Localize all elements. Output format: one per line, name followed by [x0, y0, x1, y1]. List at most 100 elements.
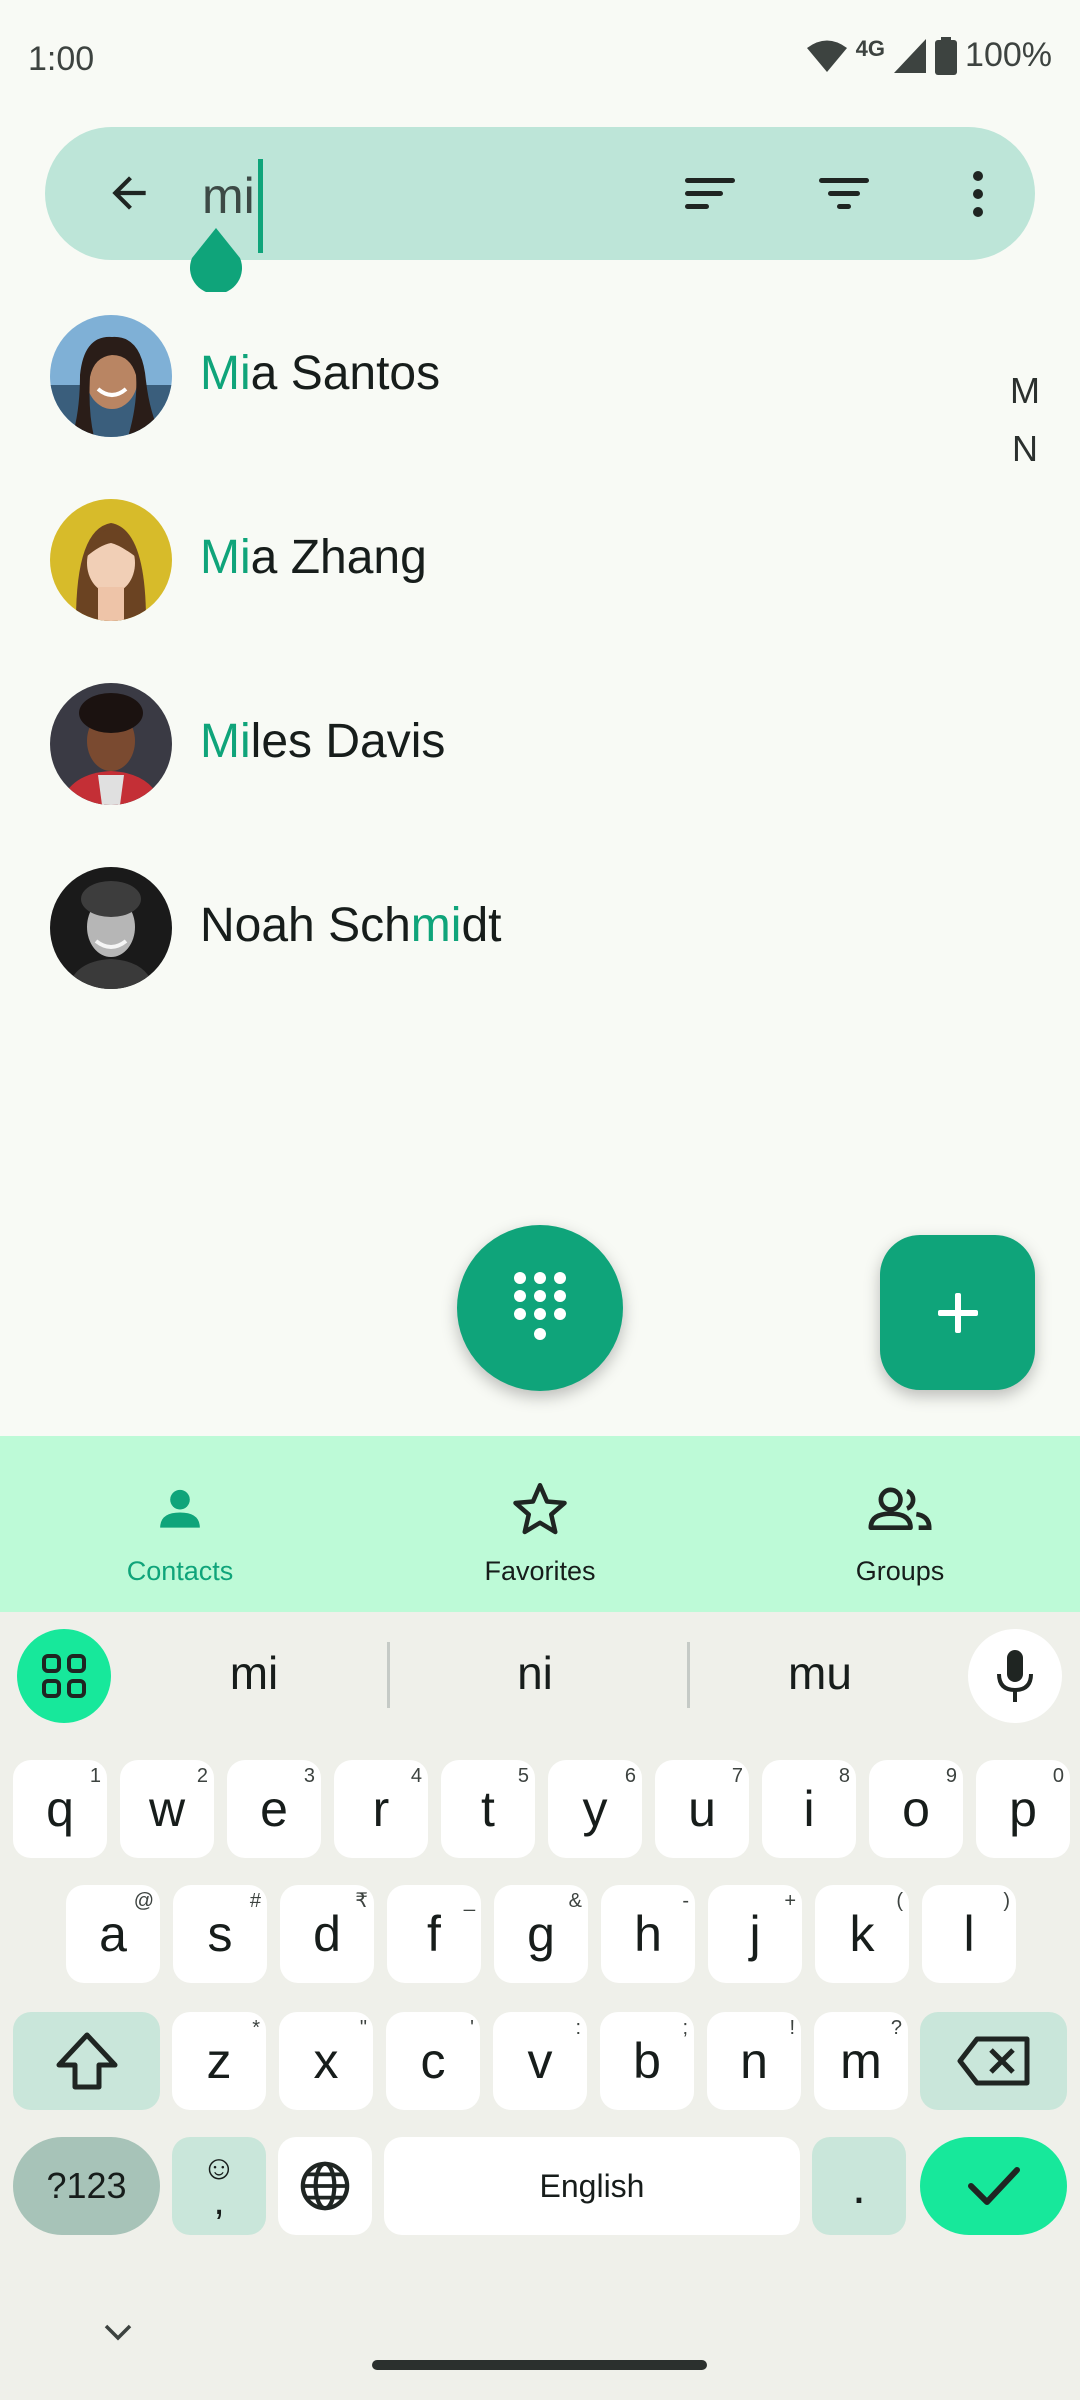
key-r[interactable]: r4	[334, 1760, 428, 1858]
key-secondary-label: 9	[945, 1765, 957, 1787]
shift-key[interactable]	[13, 2012, 160, 2110]
group-icon	[865, 1474, 935, 1544]
key-label: h	[634, 1906, 662, 1962]
status-icons: 4G 100%	[806, 36, 1052, 75]
key-p[interactable]: p0	[976, 1760, 1070, 1858]
chevron-down-icon[interactable]	[98, 2312, 138, 2352]
contact-row[interactable]: Noah Schmidt	[0, 842, 1000, 1012]
key-t[interactable]: t5	[441, 1760, 535, 1858]
key-secondary-label: "	[359, 2017, 367, 2039]
contact-name: Mia Santos	[200, 346, 440, 401]
contact-row[interactable]: Mia Santos	[0, 290, 1000, 460]
nav-tab-contacts[interactable]: Contacts	[0, 1436, 360, 1612]
text-caret	[258, 159, 263, 253]
person-icon	[145, 1474, 215, 1544]
key-m[interactable]: m?	[814, 2012, 908, 2110]
key-label: y	[582, 1781, 608, 1837]
key-w[interactable]: w2	[120, 1760, 214, 1858]
dialpad-button[interactable]	[457, 1225, 623, 1391]
emoji-comma-key[interactable]: ☺ ,	[172, 2137, 266, 2235]
sort-icon	[685, 178, 735, 209]
key-o[interactable]: o9	[869, 1760, 963, 1858]
key-label: k	[849, 1906, 875, 1962]
key-secondary-label: '	[470, 2017, 474, 2039]
key-label: s	[207, 1906, 233, 1962]
search-input[interactable]: mi	[202, 167, 255, 225]
suggestion-divider	[687, 1642, 690, 1708]
key-label: f	[427, 1906, 441, 1962]
caret-handle[interactable]	[188, 228, 244, 292]
battery-icon	[935, 36, 958, 75]
filter-button[interactable]	[809, 159, 879, 229]
voice-input-button[interactable]	[968, 1629, 1062, 1723]
key-secondary-label: _	[463, 1890, 475, 1912]
back-button[interactable]	[97, 161, 161, 225]
key-k[interactable]: k(	[815, 1885, 909, 1983]
nav-tab-favorites[interactable]: Favorites	[360, 1436, 720, 1612]
sort-button[interactable]	[675, 159, 745, 229]
backspace-key[interactable]	[920, 2012, 1067, 2110]
key-u[interactable]: u7	[655, 1760, 749, 1858]
key-label: j	[749, 1906, 761, 1962]
symbols-key[interactable]: ?123	[13, 2137, 160, 2235]
contact-name: Mia Zhang	[200, 530, 427, 585]
key-c[interactable]: c '	[386, 2012, 480, 2110]
more-options-button[interactable]	[943, 159, 1013, 229]
key-e[interactable]: e3	[227, 1760, 321, 1858]
key-g[interactable]: g &	[494, 1885, 588, 1983]
nav-label: Groups	[855, 1556, 945, 1586]
suggestion[interactable]: ni	[415, 1646, 655, 1700]
key-secondary-label: 8	[838, 1765, 850, 1787]
enter-key[interactable]	[920, 2137, 1067, 2235]
home-indicator[interactable]	[372, 2360, 707, 2370]
suggestion[interactable]: mi	[134, 1646, 374, 1700]
fast-scroll-index[interactable]: M N	[1010, 362, 1040, 478]
wifi-icon	[806, 40, 847, 72]
key-secondary-label: *	[252, 2017, 260, 2039]
key-label: o	[902, 1781, 930, 1837]
key-n[interactable]: n!	[707, 2012, 801, 2110]
key-l[interactable]: l)	[922, 1885, 1016, 1983]
check-icon	[967, 2167, 1020, 2205]
key-a[interactable]: a @	[66, 1885, 160, 1983]
key-label: n	[740, 2033, 768, 2089]
key-b[interactable]: b;	[600, 2012, 694, 2110]
signal-icon	[894, 38, 927, 73]
key-secondary-label: 2	[196, 1765, 208, 1787]
key-z[interactable]: z *	[172, 2012, 266, 2110]
nav-tab-groups[interactable]: Groups	[720, 1436, 1080, 1612]
key-j[interactable]: j +	[708, 1885, 802, 1983]
period-key[interactable]: .	[812, 2137, 906, 2235]
name-match-highlight: mi	[410, 899, 462, 952]
key-secondary-label: (	[896, 1890, 903, 1912]
key-d[interactable]: d ₹	[280, 1885, 374, 1983]
key-x[interactable]: x "	[279, 2012, 373, 2110]
key-s[interactable]: s #	[173, 1885, 267, 1983]
language-key[interactable]	[278, 2137, 372, 2235]
contact-row[interactable]: Mia Zhang	[0, 474, 1000, 644]
key-secondary-label: #	[249, 1890, 261, 1912]
key-y[interactable]: y6	[548, 1760, 642, 1858]
key-v[interactable]: v:	[493, 2012, 587, 2110]
apps-grid-icon	[42, 1654, 86, 1698]
add-icon	[937, 1292, 978, 1333]
mic-icon	[997, 1650, 1033, 1702]
keyboard-apps-button[interactable]	[17, 1629, 111, 1723]
key-label: z	[206, 2033, 232, 2089]
index-letter[interactable]: M	[1010, 362, 1040, 420]
index-letter[interactable]: N	[1010, 420, 1040, 478]
suggestion[interactable]: mu	[700, 1646, 940, 1700]
contact-row[interactable]: Miles Davis	[0, 658, 1000, 828]
key-secondary-label: &	[568, 1890, 582, 1912]
key-label: d	[313, 1906, 341, 1962]
space-key[interactable]: English	[384, 2137, 800, 2235]
nav-label: Contacts	[126, 1556, 234, 1586]
key-secondary-label: ₹	[355, 1890, 368, 1912]
key-f[interactable]: f _	[387, 1885, 481, 1983]
key-h[interactable]: h-	[601, 1885, 695, 1983]
key-q[interactable]: q1	[13, 1760, 107, 1858]
key-i[interactable]: i8	[762, 1760, 856, 1858]
key-label: t	[481, 1781, 495, 1837]
key-secondary-label: 1	[89, 1765, 101, 1787]
add-contact-button[interactable]	[880, 1235, 1035, 1390]
